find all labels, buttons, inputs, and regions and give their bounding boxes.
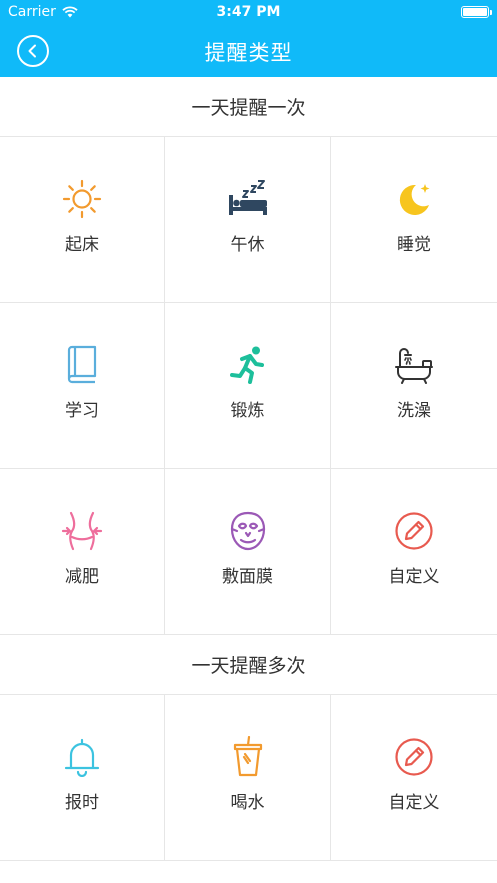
reminder-face-mask[interactable]: 敷面膜 xyxy=(165,469,331,635)
reminder-label: 自定义 xyxy=(388,793,440,813)
nav-bar: 提醒类型 xyxy=(0,26,497,77)
reminder-grid-multiple: 报时 喝水 自定义 xyxy=(0,695,497,861)
face-mask-icon xyxy=(227,510,269,552)
reminder-label: 喝水 xyxy=(230,793,265,813)
reminder-label: 洗澡 xyxy=(397,401,431,421)
pencil-circle-icon xyxy=(393,736,435,778)
reminder-nap[interactable]: 午休 xyxy=(165,137,331,303)
section-header-multiple: 一天提醒多次 xyxy=(0,635,497,695)
book-icon xyxy=(61,344,103,386)
status-bar: Carrier 3:47 PM xyxy=(0,0,497,26)
reminder-time-chime[interactable]: 报时 xyxy=(0,695,165,861)
reminder-custom-multiple[interactable]: 自定义 xyxy=(331,695,497,861)
reminder-custom-once[interactable]: 自定义 xyxy=(331,469,497,635)
sun-icon xyxy=(61,178,103,220)
bathtub-icon xyxy=(393,344,435,386)
reminder-label: 报时 xyxy=(65,793,99,813)
waist-icon xyxy=(61,510,103,552)
reminder-label: 锻炼 xyxy=(230,401,265,421)
reminder-label: 午休 xyxy=(230,235,265,255)
reminder-wake-up[interactable]: 起床 xyxy=(0,137,165,303)
sleep-bed-icon xyxy=(227,178,269,220)
running-icon xyxy=(227,344,269,386)
reminder-label: 自定义 xyxy=(388,567,440,587)
reminder-bath[interactable]: 洗澡 xyxy=(331,303,497,469)
reminder-study[interactable]: 学习 xyxy=(0,303,165,469)
bell-icon xyxy=(61,736,103,778)
section-title: 一天提醒多次 xyxy=(191,655,306,677)
reminder-label: 学习 xyxy=(65,401,99,421)
battery-icon xyxy=(461,6,492,18)
reminder-label: 起床 xyxy=(65,235,99,255)
reminder-grid-once: 起床 午休 睡觉 学习 锻炼 洗澡 减肥 敷面膜 自定义 xyxy=(0,137,497,635)
page-title: 提醒类型 xyxy=(204,41,293,65)
moon-icon xyxy=(393,178,435,220)
section-header-once: 一天提醒一次 xyxy=(0,77,497,137)
status-time: 3:47 PM xyxy=(216,4,281,20)
reminder-sleep[interactable]: 睡觉 xyxy=(331,137,497,303)
drink-cup-icon xyxy=(227,736,269,778)
reminder-label: 减肥 xyxy=(65,567,99,587)
reminder-exercise[interactable]: 锻炼 xyxy=(165,303,331,469)
reminder-drink-water[interactable]: 喝水 xyxy=(165,695,331,861)
reminder-label: 敷面膜 xyxy=(222,567,273,587)
reminder-label: 睡觉 xyxy=(397,235,431,255)
reminder-lose-weight[interactable]: 减肥 xyxy=(0,469,165,635)
section-title: 一天提醒一次 xyxy=(191,97,306,119)
pencil-circle-icon xyxy=(393,510,435,552)
